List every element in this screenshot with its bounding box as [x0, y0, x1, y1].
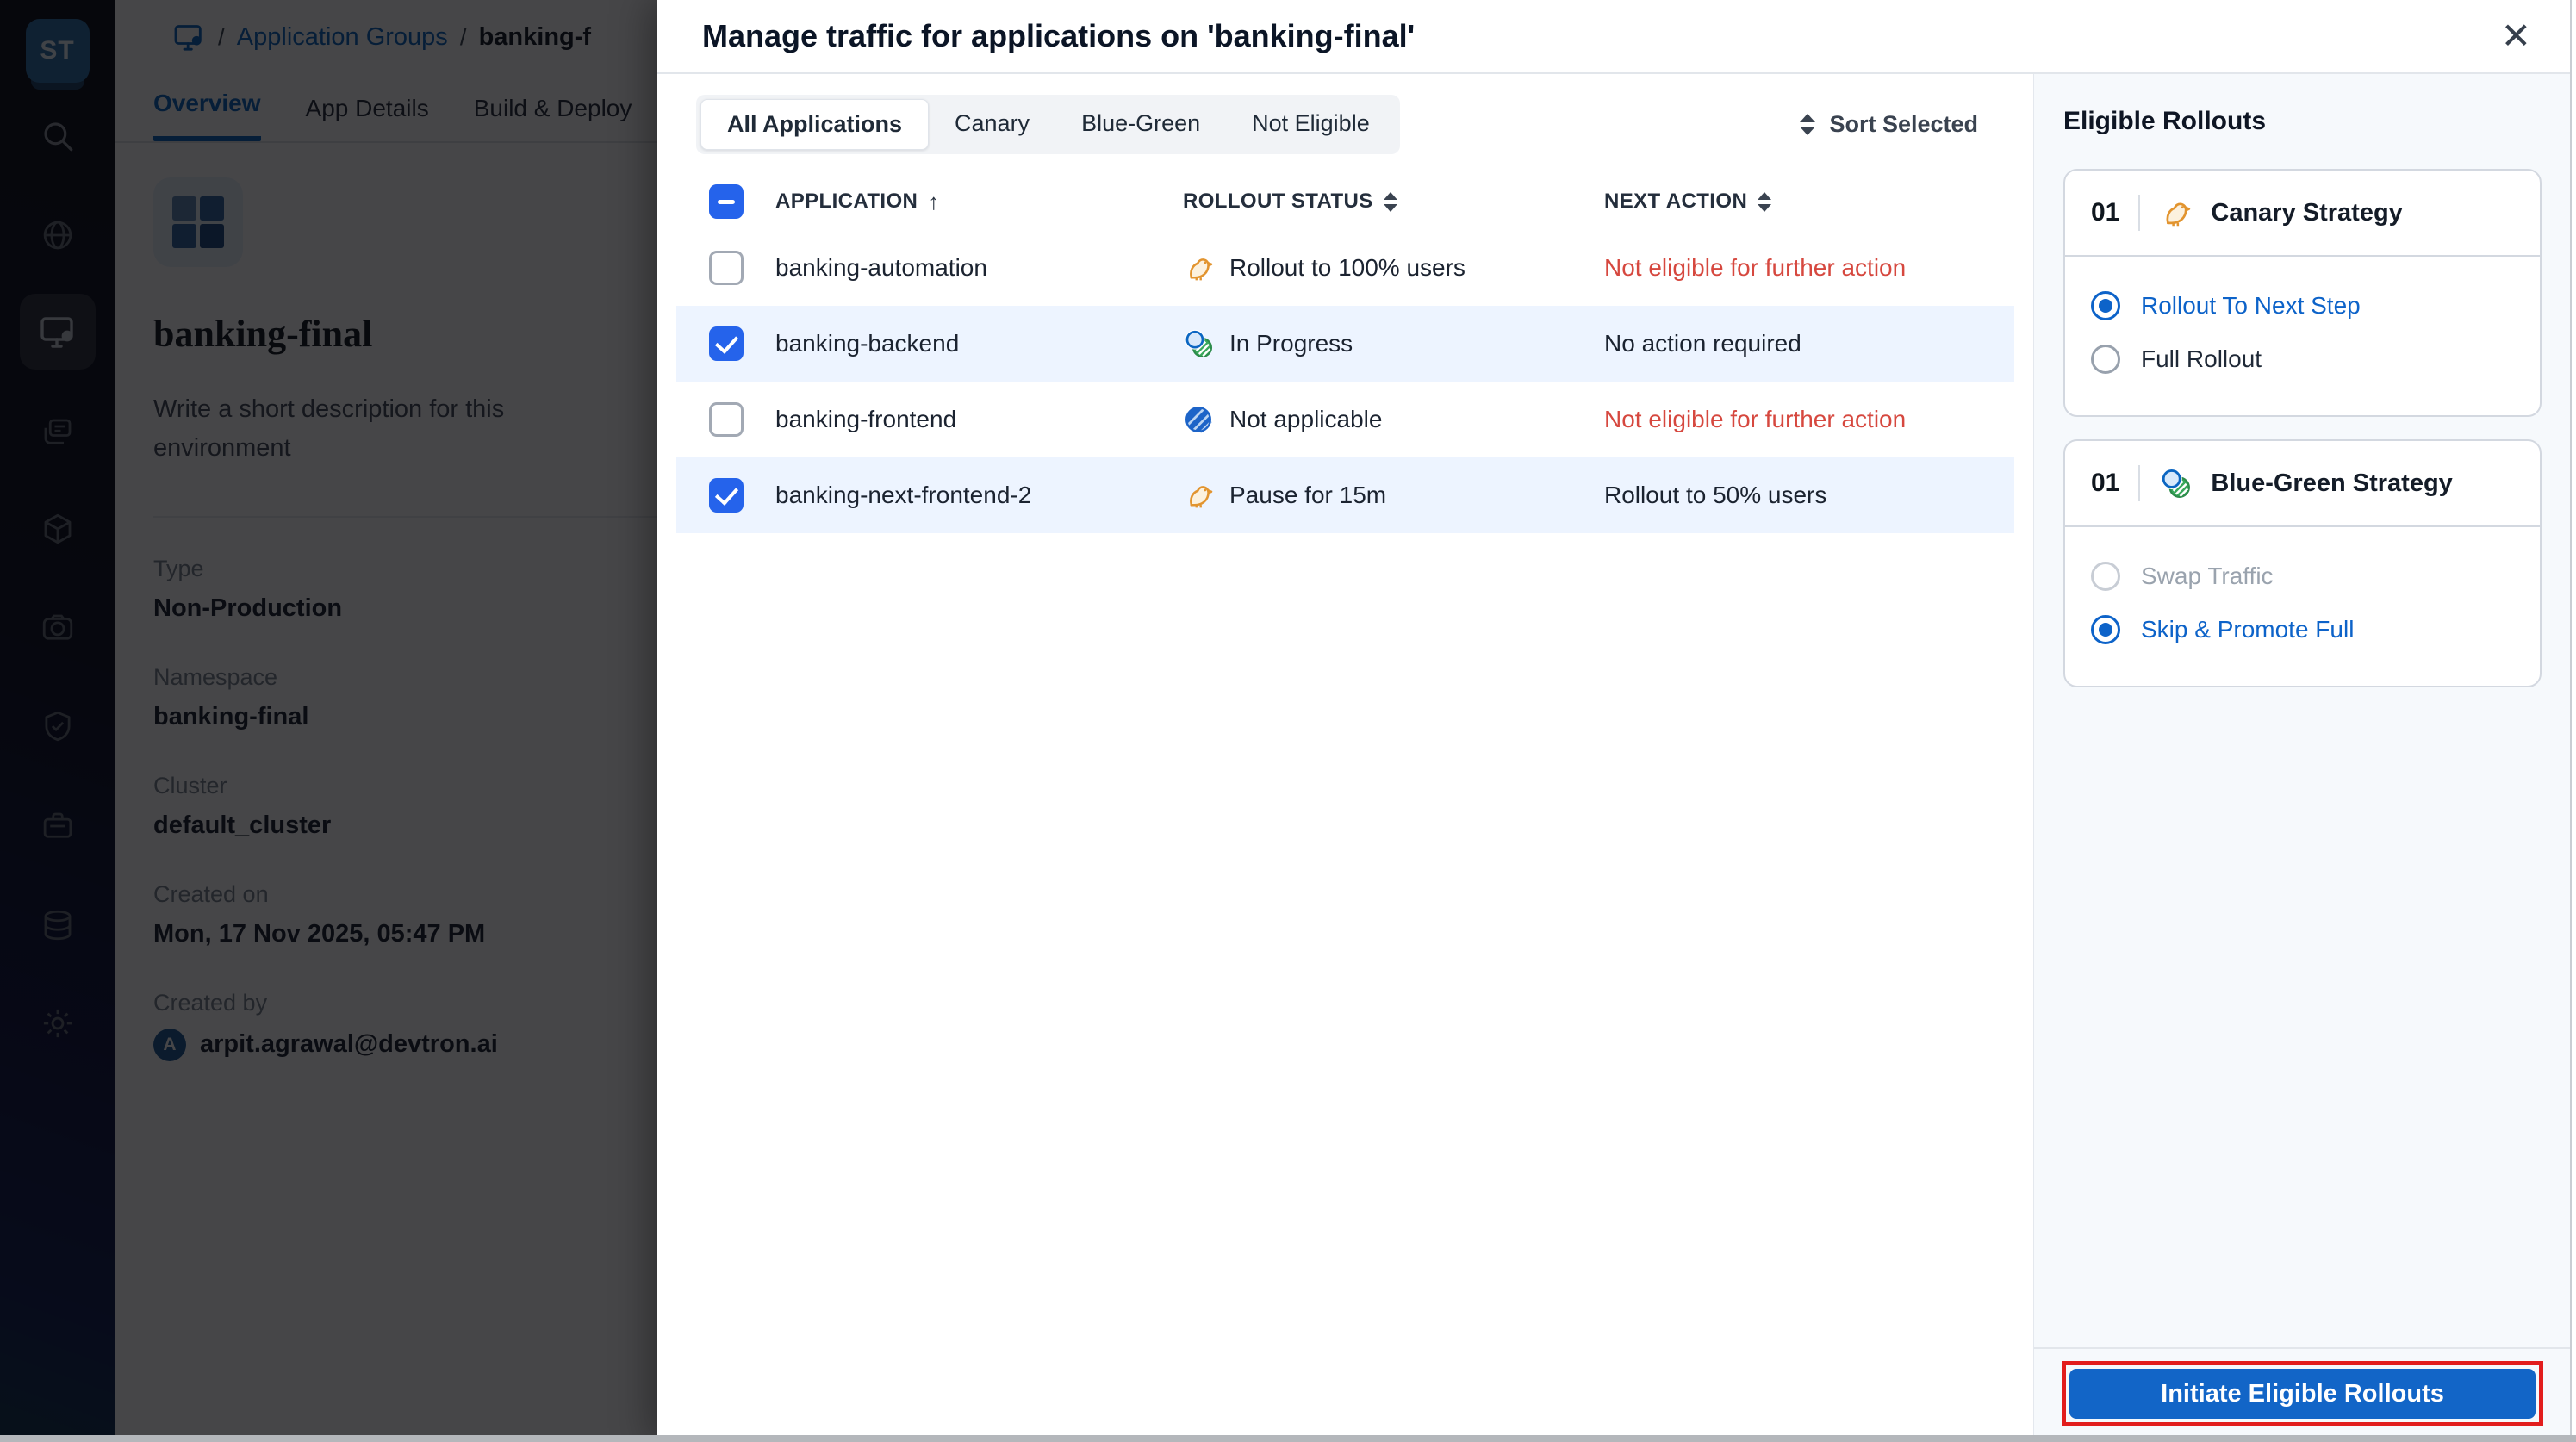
next-action: Not eligible for further action	[1604, 254, 1907, 281]
window-bottom-edge	[0, 1435, 2576, 1442]
modal-backdrop[interactable]	[0, 0, 657, 1442]
radio-icon[interactable]	[2091, 291, 2120, 320]
option-skip-promote-full[interactable]: Skip & Promote Full	[2091, 603, 2514, 656]
scrollbar-track[interactable]	[2570, 0, 2576, 1442]
eligible-rollouts-heading: Eligible Rollouts	[2063, 107, 2267, 135]
filter-tab-canary[interactable]: Canary	[929, 99, 1055, 150]
divider	[2138, 195, 2141, 231]
sort-selected-button[interactable]: Sort Selected	[1800, 111, 1978, 138]
sort-asc-icon: ↑	[928, 188, 940, 214]
blue-green-icon	[1184, 328, 1213, 358]
applications-toolbar: All Applications Canary Blue-Green Not E…	[657, 74, 2033, 173]
radio-icon[interactable]	[2091, 345, 2120, 374]
row-checkbox[interactable]	[709, 402, 744, 437]
column-next-action[interactable]: NEXT ACTION	[1572, 190, 2033, 214]
filter-tab-not-eligible[interactable]: Not Eligible	[1226, 99, 1396, 150]
table-row[interactable]: banking-next-frontend-2 Pause for 15m Ro…	[676, 457, 2014, 533]
rollout-status: Rollout to 100% users	[1151, 252, 1572, 283]
sort-icon	[1800, 114, 1816, 135]
table-row[interactable]: banking-frontend Not applicable Not elig…	[676, 382, 2014, 457]
sort-icon	[1383, 191, 1397, 212]
rollout-status: Not applicable	[1151, 404, 1572, 435]
eligible-rollouts-panel: Eligible Rollouts 01 Canary Strategy Rol…	[2033, 74, 2571, 1442]
strategy-card-header: 01 Canary Strategy	[2065, 171, 2540, 255]
drawer-header: Manage traffic for applications on 'bank…	[657, 0, 2576, 74]
radio-icon	[2091, 562, 2120, 591]
row-checkbox[interactable]	[709, 251, 744, 285]
canary-icon	[2166, 202, 2191, 227]
next-action: Not eligible for further action	[1604, 406, 1907, 432]
column-application[interactable]: APPLICATION ↑	[744, 189, 1151, 215]
radio-icon[interactable]	[2091, 615, 2120, 644]
sort-icon	[1758, 191, 1772, 212]
panel-footer: Initiate Eligible Rollouts	[2034, 1347, 2571, 1435]
drawer-title: Manage traffic for applications on 'bank…	[702, 18, 1416, 53]
close-icon[interactable]: ✕	[2496, 18, 2536, 54]
manage-traffic-drawer: Manage traffic for applications on 'bank…	[657, 0, 2576, 1442]
table-header-row: APPLICATION ↑ ROLLOUT STATUS NEXT ACTION	[657, 173, 2033, 230]
not-applicable-icon	[1185, 406, 1213, 434]
strategy-index: 01	[2091, 469, 2120, 497]
option-swap-traffic: Swap Traffic	[2091, 550, 2514, 603]
row-checkbox[interactable]	[709, 326, 744, 361]
option-full-rollout[interactable]: Full Rollout	[2091, 333, 2514, 386]
applications-section: All Applications Canary Blue-Green Not E…	[657, 74, 2033, 1442]
blue-green-icon	[2160, 467, 2191, 499]
initiate-eligible-rollouts-button[interactable]: Initiate Eligible Rollouts	[2069, 1369, 2536, 1419]
application-name: banking-backend	[775, 330, 960, 357]
application-name: banking-next-frontend-2	[775, 482, 1032, 508]
divider	[2138, 465, 2141, 501]
strategy-index: 01	[2091, 198, 2120, 227]
canary-icon	[1190, 486, 1213, 509]
filter-tab-blue-green[interactable]: Blue-Green	[1055, 99, 1226, 150]
sort-selected-label: Sort Selected	[1829, 111, 1978, 137]
select-all-checkbox[interactable]	[709, 184, 744, 219]
next-action: No action required	[1604, 330, 1801, 357]
rollout-status: Pause for 15m	[1151, 480, 1572, 511]
table-row[interactable]: banking-backend In Progress No action re…	[676, 306, 2014, 382]
strategy-name: Canary Strategy	[2211, 198, 2403, 227]
row-checkbox[interactable]	[709, 478, 744, 513]
application-name: banking-frontend	[775, 406, 957, 432]
strategy-name: Blue-Green Strategy	[2211, 469, 2453, 497]
rollout-status: In Progress	[1151, 328, 1572, 359]
canary-icon	[1190, 258, 1213, 282]
filter-tab-all-applications[interactable]: All Applications	[700, 99, 930, 150]
canary-strategy-card: 01 Canary Strategy Rollout To Next Step …	[2063, 169, 2542, 417]
annotation-highlight-box: Initiate Eligible Rollouts	[2062, 1361, 2543, 1426]
application-name: banking-automation	[775, 254, 987, 281]
blue-green-strategy-card: 01 Blue-Green Strategy Swap Traffic Skip…	[2063, 439, 2542, 687]
option-rollout-to-next-step[interactable]: Rollout To Next Step	[2091, 279, 2514, 333]
column-rollout-status[interactable]: ROLLOUT STATUS	[1151, 190, 1572, 214]
next-action: Rollout to 50% users	[1604, 482, 1827, 508]
filter-tab-group: All Applications Canary Blue-Green Not E…	[696, 95, 1400, 154]
table-row[interactable]: banking-automation Rollout to 100% users…	[676, 230, 2014, 306]
strategy-card-header: 01 Blue-Green Strategy	[2065, 441, 2540, 525]
